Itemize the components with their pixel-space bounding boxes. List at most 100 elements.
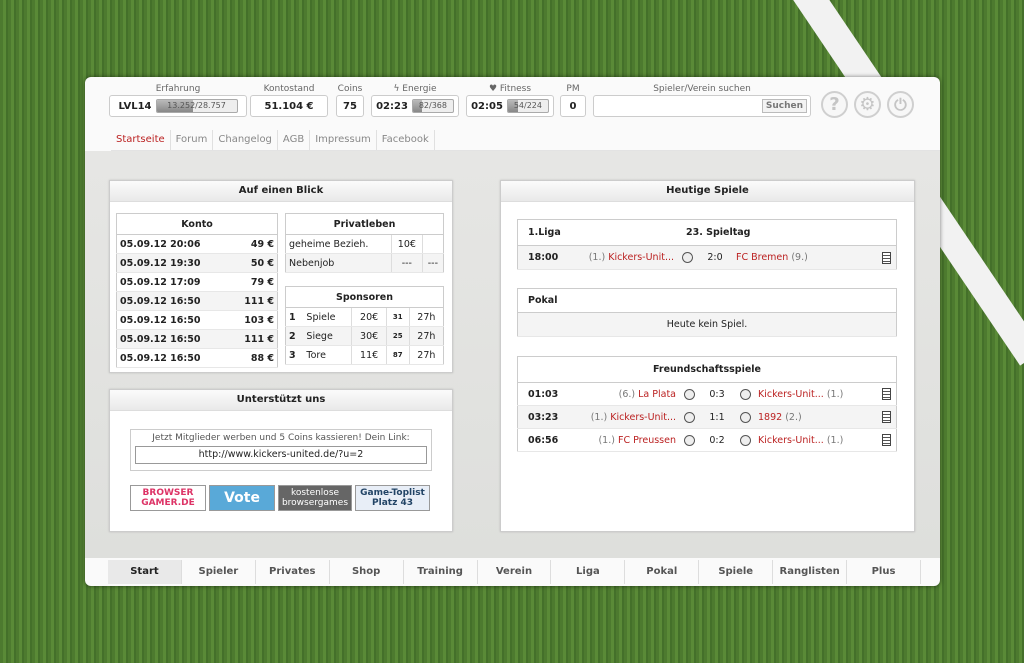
energie-stat: ϟ Energie 02:23 82/368 — [371, 83, 459, 117]
search-button[interactable]: Suchen — [761, 99, 807, 113]
energie-label: Energie — [402, 84, 437, 94]
match-report-icon[interactable] — [881, 434, 891, 446]
sponsor-cell: Tore — [303, 345, 352, 365]
match-time: 03:23 — [517, 405, 573, 429]
home-team-link[interactable]: FC Preussen — [618, 435, 676, 446]
privat-cell: --- — [421, 253, 444, 273]
vote-banner[interactable]: Vote — [209, 485, 275, 511]
pm-value[interactable]: 0 — [560, 95, 586, 117]
spieltag: 23. Spieltag — [571, 219, 897, 246]
blick-title: Auf einen Blick — [110, 181, 452, 202]
banner-text: browsergames — [281, 498, 349, 508]
club-crest-icon — [683, 411, 695, 423]
sponsor-cell: 27h — [408, 345, 444, 365]
kontostand-value: 51.104 € — [250, 95, 328, 117]
table-row: geheime Bezieh. 10€ — [285, 234, 444, 254]
konto-date: 05.09.12 16:50 — [116, 310, 231, 330]
table-row: 06:56 (1.) FC Preussen 0:2 Kickers-Unit... … — [517, 428, 897, 452]
bottom-nav-shop[interactable]: Shop — [330, 560, 404, 584]
table-row: 05.09.12 16:50 103 € — [116, 310, 278, 330]
away-team-link[interactable]: Kickers-Unit... — [758, 435, 824, 446]
home-team-link[interactable]: Kickers-Unit... — [608, 252, 674, 263]
erfahrung-label: Erfahrung — [155, 84, 201, 94]
energie-text: 82/368 — [418, 101, 447, 110]
fitness-time: 02:05 — [471, 100, 503, 112]
match-score[interactable]: 0:2 — [699, 428, 735, 452]
nav-startseite[interactable]: Startseite — [111, 130, 171, 150]
search-stat: Spieler/Verein suchen Suchen — [593, 83, 811, 117]
gear-icon[interactable]: ⚙ — [854, 91, 881, 118]
bottom-nav-privates[interactable]: Privates — [256, 560, 330, 584]
home-team-link[interactable]: Kickers-Unit... — [610, 412, 676, 423]
konto-amount: 88 € — [230, 348, 278, 368]
bottom-nav-spieler[interactable]: Spieler — [182, 560, 256, 584]
home-team-link[interactable]: La Plata — [638, 389, 676, 400]
coins-stat: Coins 75 — [336, 83, 364, 117]
match-score[interactable]: 1:1 — [699, 405, 735, 429]
konto-date: 05.09.12 16:50 — [116, 291, 231, 311]
banner-text: BROWSER — [142, 488, 194, 498]
sponsor-cell: 31 — [385, 307, 410, 327]
help-icon[interactable]: ? — [821, 91, 848, 118]
home-rank: (1.) — [598, 434, 615, 446]
bottom-nav-plus[interactable]: Plus — [847, 560, 921, 584]
match-score[interactable]: 2:0 — [697, 245, 733, 270]
konto-amount: 111 € — [230, 291, 278, 311]
away-team-link[interactable]: FC Bremen — [736, 252, 788, 263]
kontostand-label: Kontostand — [263, 84, 315, 94]
pokal-table: Pokal Heute kein Spiel. — [517, 288, 897, 337]
invite-link-field[interactable]: http://www.kickers-united.de/?u=2 — [135, 446, 427, 464]
privat-cell: Nebenjob — [285, 253, 392, 273]
coins-value: 75 — [336, 95, 364, 117]
away-team-link[interactable]: Kickers-Unit... — [758, 389, 824, 400]
bottom-nav-spiele[interactable]: Spiele — [699, 560, 774, 584]
sponsor-cell: 27h — [408, 326, 444, 346]
sponsor-cell: 2 — [285, 326, 304, 346]
pm-stat[interactable]: PM 0 — [560, 83, 586, 117]
nav-changelog[interactable]: Changelog — [213, 130, 278, 150]
nav-agb[interactable]: AGB — [278, 130, 311, 150]
table-row: Nebenjob --- --- — [285, 253, 444, 273]
browsergamer-banner[interactable]: BROWSER GAMER.DE — [130, 485, 206, 511]
freund-table: Freundschaftsspiele 01:03 (6.) La Plata 0:… — [517, 356, 897, 452]
match-time: 18:00 — [517, 245, 571, 270]
banner-text: kostenlose — [290, 488, 340, 498]
nav-impressum[interactable]: Impressum — [310, 130, 377, 150]
nav-forum[interactable]: Forum — [171, 130, 214, 150]
game-toplist-banner[interactable]: Game-Toplist Platz 43 — [355, 485, 430, 511]
search-input[interactable] — [593, 98, 758, 114]
home-rank: (1.) — [588, 252, 606, 263]
match-score[interactable]: 0:3 — [699, 382, 735, 406]
konto-amount: 79 € — [230, 272, 278, 292]
erfahrung-bar: 13.252/28.757 — [155, 99, 238, 113]
bottom-nav-verein[interactable]: Verein — [478, 560, 552, 584]
bottom-nav-pokal[interactable]: Pokal — [625, 560, 700, 584]
table-row: 3 Tore 11€ 87 27h — [285, 345, 444, 365]
away-rank: (1.) — [826, 434, 844, 446]
power-icon[interactable]: ⏻ — [887, 91, 914, 118]
pm-label: PM — [566, 84, 580, 94]
bottom-nav-liga[interactable]: Liga — [551, 560, 626, 584]
away-team-link[interactable]: 1892 — [758, 412, 782, 423]
fitness-label: Fitness — [499, 84, 532, 94]
away-rank: (9.) — [791, 252, 808, 263]
search-label: Spieler/Verein suchen — [653, 84, 751, 94]
bottom-nav-start[interactable]: Start — [108, 560, 182, 584]
konto-date: 05.09.12 19:30 — [116, 253, 231, 273]
home-rank: (6.) — [618, 388, 636, 400]
bottom-nav-ranglisten[interactable]: Ranglisten — [773, 560, 848, 584]
privat-table: Privatleben geheime Bezieh. 10€ Nebenjob --… — [285, 213, 444, 273]
match-report-icon[interactable] — [881, 251, 891, 264]
kostenlose-browsergames-banner[interactable]: kostenlose browsergames — [278, 485, 352, 511]
table-row: 05.09.12 16:50 111 € — [116, 291, 278, 311]
match-time: 01:03 — [517, 382, 573, 406]
nav-facebook[interactable]: Facebook — [377, 130, 435, 150]
match-report-icon[interactable] — [881, 388, 891, 400]
match-report-icon[interactable] — [881, 411, 891, 423]
konto-amount: 50 € — [230, 253, 278, 273]
heart-icon: ♥ — [488, 84, 498, 94]
sponsor-cell: 11€ — [351, 345, 387, 365]
bottom-nav-training[interactable]: Training — [404, 560, 478, 584]
konto-date: 05.09.12 16:50 — [116, 329, 231, 349]
coins-label: Coins — [337, 84, 363, 94]
